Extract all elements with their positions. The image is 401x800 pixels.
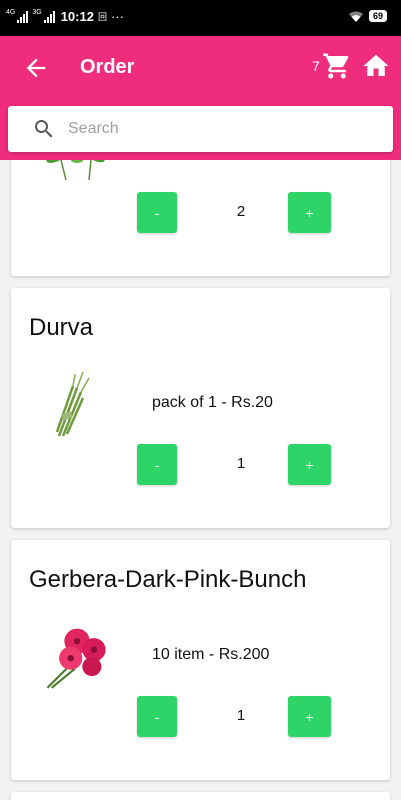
increase-quantity-button[interactable]: + bbox=[288, 192, 331, 233]
home-icon[interactable] bbox=[361, 51, 391, 81]
quantity-value: 1 bbox=[236, 707, 246, 724]
network-type-2: 3G bbox=[32, 9, 42, 16]
search-bar[interactable] bbox=[8, 106, 393, 152]
increase-quantity-button[interactable]: + bbox=[288, 444, 331, 485]
notification-icon: 回 bbox=[97, 12, 107, 22]
product-description: pack of 1 - Rs.20 bbox=[152, 394, 273, 411]
status-bar: 4G 3G 10:12 回 ··· 69 bbox=[0, 0, 401, 36]
more-notifications-icon: ··· bbox=[110, 9, 124, 24]
status-right: 69 bbox=[348, 10, 387, 22]
product-description: 10 item - Rs.200 bbox=[152, 646, 270, 663]
durva-grass-icon bbox=[55, 371, 90, 437]
product-card: Durva pack of 1 - Rs.20 - 1 + bbox=[11, 288, 390, 528]
flower-icon bbox=[46, 160, 105, 181]
quantity-value: 1 bbox=[236, 455, 246, 472]
signal-icon bbox=[17, 10, 29, 23]
product-card bbox=[11, 792, 390, 800]
search-icon bbox=[35, 120, 53, 138]
signal-icon-2 bbox=[43, 10, 55, 23]
search-input[interactable] bbox=[68, 114, 378, 144]
decrease-quantity-button[interactable]: - bbox=[137, 444, 177, 485]
product-card: Gerbera-Dark-Pink-Bunch 10 item - Rs.200… bbox=[11, 540, 390, 780]
gerbera-bunch-icon bbox=[46, 628, 106, 689]
cart-count-badge: 7 bbox=[312, 58, 320, 74]
wifi-icon bbox=[348, 11, 363, 22]
back-arrow-icon[interactable] bbox=[22, 54, 50, 82]
increase-quantity-button[interactable]: + bbox=[288, 696, 331, 737]
page-title: Order bbox=[80, 56, 135, 78]
decrease-quantity-button[interactable]: - bbox=[137, 696, 177, 737]
status-time: 10:12 bbox=[60, 9, 94, 24]
battery-icon: 69 bbox=[368, 10, 387, 22]
quantity-value: 2 bbox=[236, 203, 246, 220]
decrease-quantity-button[interactable]: - bbox=[137, 192, 177, 233]
status-left: 4G 3G 10:12 回 ··· bbox=[6, 9, 124, 24]
cart-icon[interactable] bbox=[322, 51, 352, 81]
network-type-1: 4G bbox=[6, 9, 16, 16]
product-list[interactable]: - 2 + Durva pack of 1 - Rs.20 - 1 + Gerb… bbox=[0, 160, 401, 800]
product-name: Gerbera-Dark-Pink-Bunch bbox=[29, 566, 307, 593]
product-card: - 2 + bbox=[11, 160, 390, 276]
product-name: Durva bbox=[29, 314, 94, 341]
